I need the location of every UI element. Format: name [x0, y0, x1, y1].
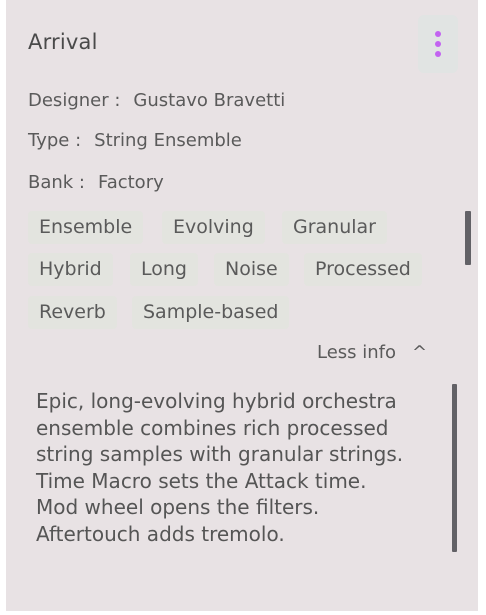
chevron-up-icon: ^ — [412, 342, 428, 363]
preset-title: Arrival — [28, 30, 98, 54]
more-options-button[interactable] — [418, 15, 458, 73]
tag-chip[interactable]: Granular — [282, 211, 387, 244]
bank-row: Bank : Factory — [28, 172, 164, 193]
type-row: Type : String Ensemble — [28, 130, 242, 151]
tag-chip[interactable]: Noise — [214, 253, 289, 286]
designer-value: Gustavo Bravetti — [133, 90, 286, 111]
preset-info-panel: Arrival Designer : Gustavo Bravetti Type … — [6, 0, 478, 611]
preset-description: Epic, long-evolving hybrid orchestra ens… — [36, 389, 404, 546]
type-label: Type : — [28, 130, 82, 151]
designer-row: Designer : Gustavo Bravetti — [28, 90, 285, 111]
tags-scrollbar[interactable] — [465, 211, 471, 265]
tag-chip[interactable]: Sample-based — [132, 296, 290, 329]
tag-chip[interactable]: Ensemble — [28, 211, 144, 244]
tag-chip[interactable]: Hybrid — [28, 253, 113, 286]
less-info-toggle[interactable]: Less info ^ — [317, 342, 427, 363]
bank-value: Factory — [98, 172, 164, 193]
description-scrollbar[interactable] — [452, 384, 457, 552]
tag-chip[interactable]: Long — [130, 253, 198, 286]
type-value: String Ensemble — [94, 130, 242, 151]
tag-chip[interactable]: Reverb — [28, 296, 117, 329]
tag-chip[interactable]: Processed — [304, 253, 422, 286]
tag-chip[interactable]: Evolving — [162, 211, 265, 244]
less-info-label: Less info — [317, 342, 397, 363]
bank-label: Bank : — [28, 172, 85, 193]
designer-label: Designer : — [28, 90, 121, 111]
